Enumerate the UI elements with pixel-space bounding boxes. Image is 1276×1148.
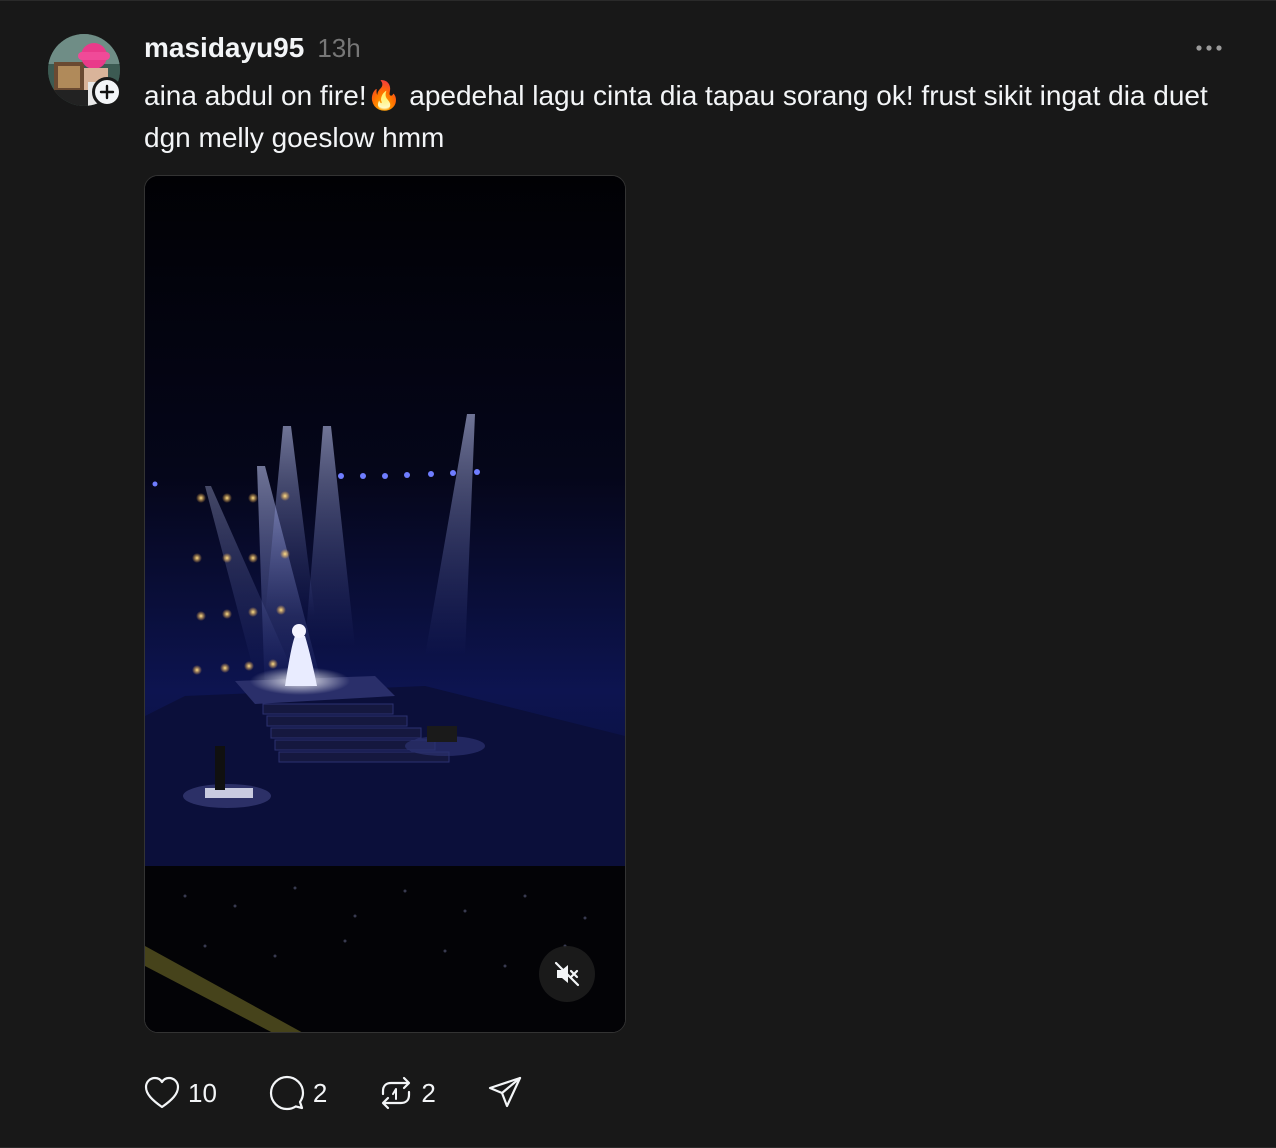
post-caption: aina abdul on fire!🔥 apedehal lagu cinta…: [144, 80, 1208, 153]
repost-count: 2: [421, 1077, 436, 1108]
mute-toggle-button[interactable]: [539, 946, 595, 1002]
post-timestamp[interactable]: 13h: [317, 33, 360, 64]
like-button[interactable]: 10: [144, 1076, 217, 1110]
share-button[interactable]: [488, 1076, 522, 1110]
post-video[interactable]: [144, 175, 626, 1033]
repost-icon: [382, 1076, 411, 1110]
comment-bubble-icon: [269, 1075, 305, 1111]
post-actions-bar: 10 2 2: [144, 1071, 574, 1115]
concert-stage-video: [145, 176, 625, 1032]
post-header: masidayu95 13h: [144, 29, 361, 67]
author-username[interactable]: masidayu95: [144, 32, 304, 64]
like-count: 10: [188, 1077, 217, 1108]
plus-icon: [99, 84, 115, 100]
send-icon: [488, 1076, 521, 1108]
comment-count: 2: [312, 1077, 328, 1108]
follow-button[interactable]: [92, 77, 122, 107]
speaker-muted-icon: [554, 961, 580, 987]
post-card: masidayu95 13h aina abdul on fire!🔥 aped…: [0, 0, 1276, 1148]
comment-button[interactable]: 2: [269, 1075, 327, 1111]
ellipsis-icon: [1196, 45, 1222, 51]
heart-icon: [144, 1076, 180, 1109]
author-avatar-container[interactable]: [48, 34, 122, 107]
more-options-button[interactable]: [1190, 33, 1228, 63]
repost-button[interactable]: 2: [379, 1075, 436, 1111]
